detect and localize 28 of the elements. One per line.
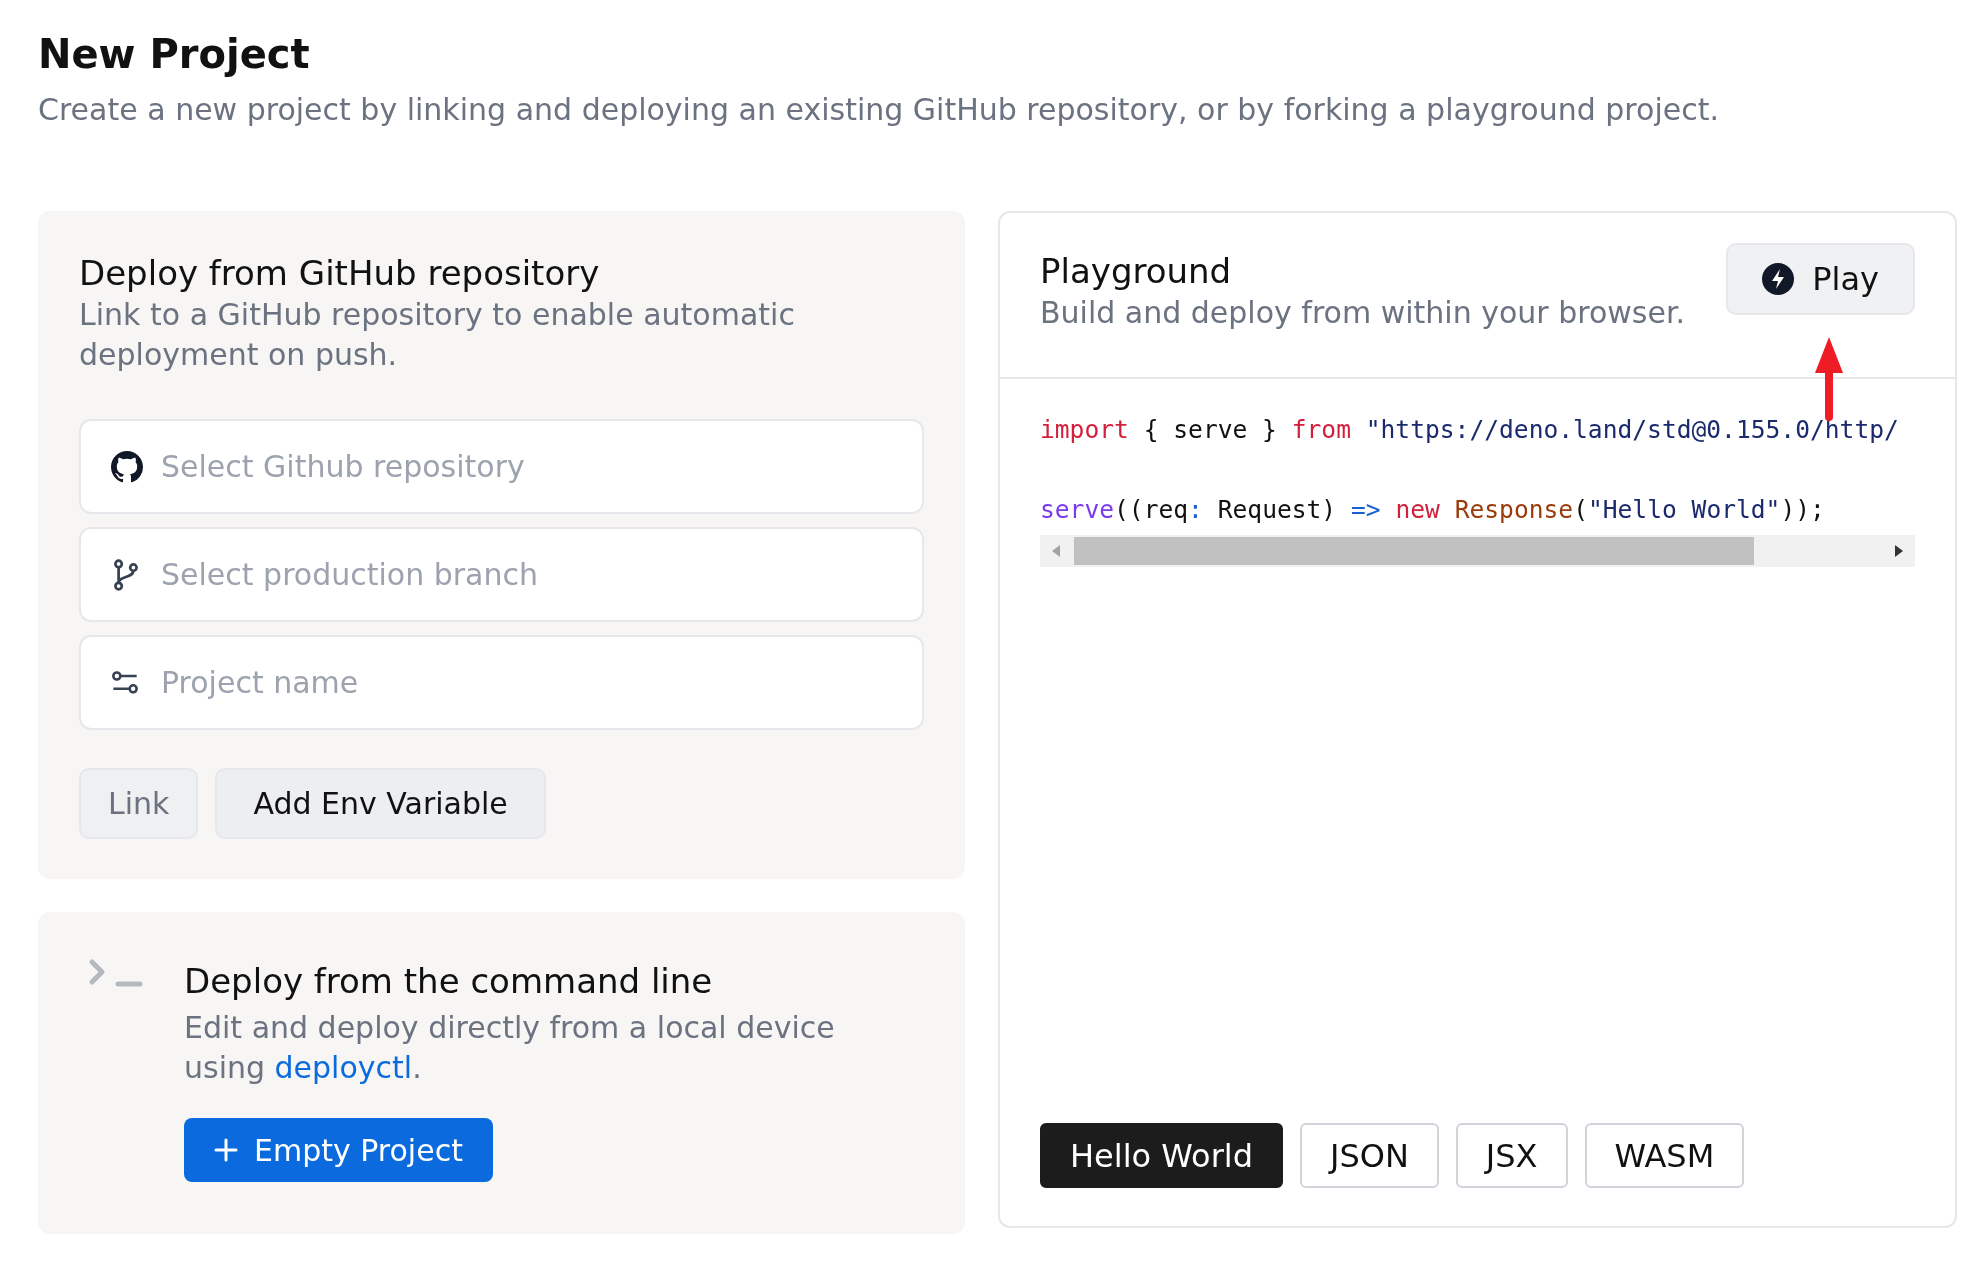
- card-title: Deploy from GitHub repository: [79, 252, 600, 295]
- page-subtitle: Create a new project by linking and deploying an existing GitHub repository, or by forking a playground project.: [38, 92, 1719, 127]
- select-field[interactable]: Project name: [79, 635, 924, 730]
- template-tab[interactable]: JSX: [1455, 1123, 1568, 1188]
- horizontal-scrollbar[interactable]: [1040, 535, 1915, 567]
- github-icon: [111, 450, 143, 483]
- template-tab[interactable]: Hello World: [1040, 1123, 1283, 1188]
- card-description: Build and deploy from within your browser.: [1040, 294, 1686, 332]
- code-line: serve((req: Request) => new Response("Hello World"));: [1040, 494, 1825, 526]
- template-tab[interactable]: WASM: [1584, 1123, 1745, 1188]
- sliders-icon: [111, 669, 139, 696]
- select-field[interactable]: Select production branch: [79, 527, 924, 622]
- terminal-prompt-icon: [88, 958, 144, 990]
- play-button[interactable]: Play: [1726, 243, 1915, 315]
- template-tab[interactable]: JSON: [1300, 1123, 1439, 1188]
- empty-project-button[interactable]: Empty Project: [184, 1118, 493, 1182]
- page-title: New Project: [38, 30, 310, 79]
- card-description: Link to a GitHub repository to enable automatic deployment on push.: [79, 296, 796, 374]
- deployctl-link[interactable]: deployctl: [274, 1050, 413, 1085]
- bolt-icon: [1762, 263, 1795, 295]
- action-button[interactable]: Add Env Variable: [215, 768, 546, 839]
- card-description: Edit and deploy directly from a local device using deployctl.: [184, 1009, 836, 1087]
- select-field[interactable]: Select Github repository: [79, 419, 924, 514]
- card-title: Playground: [1040, 250, 1232, 293]
- plus-icon: [214, 1138, 238, 1162]
- branch-icon: [111, 558, 141, 591]
- code-line: import { serve } from "https://deno.land/std@0.155.0/http/: [1040, 414, 1899, 446]
- card-title: Deploy from the command line: [184, 960, 713, 1003]
